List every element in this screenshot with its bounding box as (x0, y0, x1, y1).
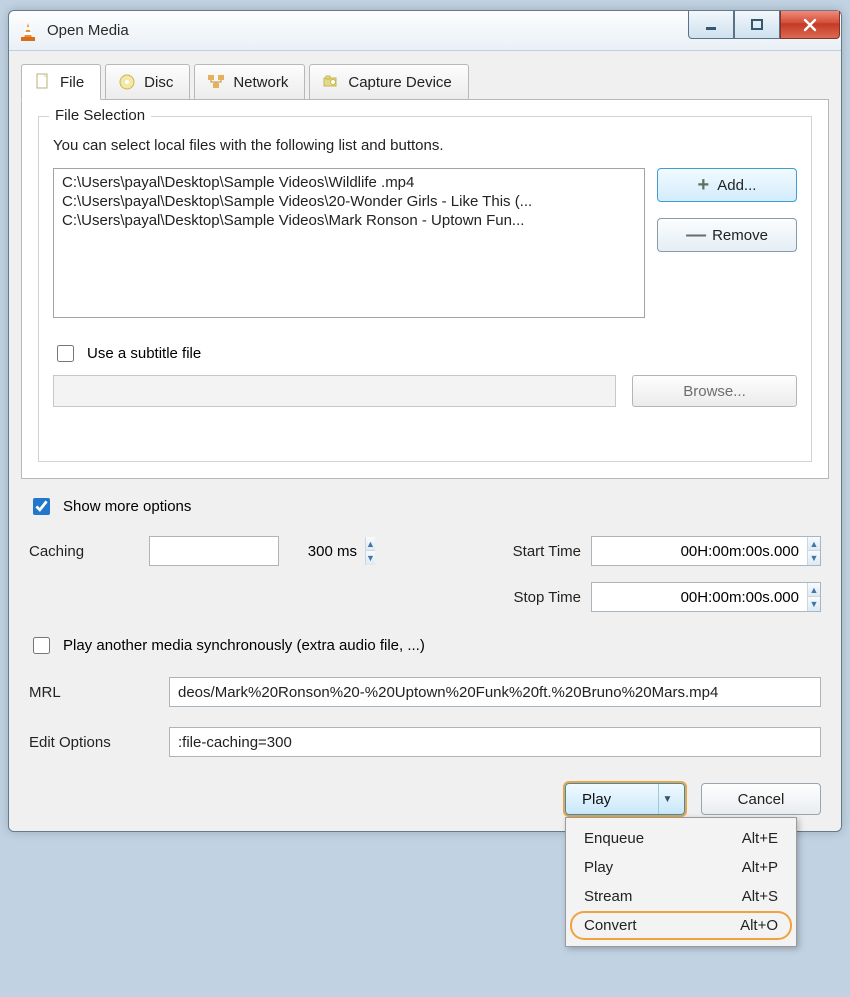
tab-label: Disc (144, 74, 173, 91)
tab-label: File (60, 74, 84, 91)
tab-disc[interactable]: Disc (105, 64, 190, 100)
subtitle-path-field (53, 375, 616, 407)
add-button[interactable]: + Add... (657, 168, 797, 202)
cancel-button[interactable]: Cancel (701, 783, 821, 815)
sync-label: Play another media synchronously (extra … (63, 637, 425, 654)
file-icon (34, 73, 52, 91)
tab-panel-file: File Selection You can select local file… (21, 99, 829, 479)
menu-stream[interactable]: StreamAlt+S (570, 882, 792, 911)
list-item[interactable]: C:\Users\payal\Desktop\Sample Videos\Wil… (58, 173, 640, 192)
start-time-label: Start Time (471, 543, 591, 560)
show-more-checkbox[interactable] (33, 498, 50, 515)
stop-time-spin[interactable]: ▲▼ (591, 582, 821, 612)
group-legend: File Selection (49, 107, 151, 124)
stop-time-label: Stop Time (471, 589, 591, 606)
caching-label: Caching (29, 543, 149, 560)
spin-up-icon[interactable]: ▲ (366, 537, 375, 551)
minimize-button[interactable] (688, 11, 734, 39)
close-button[interactable] (780, 11, 840, 39)
open-media-window: Open Media File Disc Network Capture Dev… (8, 10, 842, 832)
plus-icon: + (698, 175, 710, 195)
remove-button[interactable]: — Remove (657, 218, 797, 252)
remove-label: Remove (712, 227, 768, 244)
subtitle-label: Use a subtitle file (87, 345, 201, 362)
add-label: Add... (717, 177, 756, 194)
mrl-input[interactable] (169, 677, 821, 707)
minus-icon: — (686, 225, 704, 245)
subtitle-checkbox[interactable] (57, 345, 74, 362)
start-time-input[interactable] (592, 543, 807, 560)
show-more-label: Show more options (63, 498, 191, 515)
vlc-icon (19, 20, 37, 42)
spin-down-icon[interactable]: ▼ (808, 597, 820, 611)
caching-spin[interactable]: ▲▼ (149, 536, 279, 566)
disc-icon (118, 73, 136, 91)
file-selection-group: File Selection You can select local file… (38, 116, 812, 462)
caching-input[interactable] (150, 543, 365, 560)
tab-label: Capture Device (348, 74, 451, 91)
tab-label: Network (233, 74, 288, 91)
edit-options-label: Edit Options (29, 734, 159, 751)
menu-play[interactable]: PlayAlt+P (570, 853, 792, 882)
spin-up-icon[interactable]: ▲ (808, 583, 820, 597)
tab-capture[interactable]: Capture Device (309, 64, 468, 100)
window-title: Open Media (47, 22, 129, 39)
mrl-label: MRL (29, 684, 159, 701)
spin-up-icon[interactable]: ▲ (808, 537, 820, 551)
sync-checkbox[interactable] (33, 637, 50, 654)
play-menu: EnqueueAlt+E PlayAlt+P StreamAlt+S Conve… (565, 817, 797, 947)
file-list[interactable]: C:\Users\payal\Desktop\Sample Videos\Wil… (53, 168, 645, 318)
network-icon (207, 73, 225, 91)
play-button[interactable]: Play ▼ (565, 783, 685, 815)
help-text: You can select local files with the foll… (53, 137, 797, 154)
tab-file[interactable]: File (21, 64, 101, 100)
browse-button[interactable]: Browse... (632, 375, 797, 407)
play-label: Play (582, 791, 611, 808)
spin-down-icon[interactable]: ▼ (808, 551, 820, 565)
menu-enqueue[interactable]: EnqueueAlt+E (570, 824, 792, 853)
capture-icon (322, 73, 340, 91)
start-time-spin[interactable]: ▲▼ (591, 536, 821, 566)
list-item[interactable]: C:\Users\payal\Desktop\Sample Videos\20-… (58, 192, 640, 211)
edit-options-input[interactable] (169, 727, 821, 757)
spin-down-icon[interactable]: ▼ (366, 551, 375, 565)
tab-network[interactable]: Network (194, 64, 305, 100)
stop-time-input[interactable] (592, 589, 807, 606)
maximize-button[interactable] (734, 11, 780, 39)
tab-strip: File Disc Network Capture Device (21, 64, 829, 100)
list-item[interactable]: C:\Users\payal\Desktop\Sample Videos\Mar… (58, 211, 640, 230)
titlebar[interactable]: Open Media (9, 11, 841, 51)
menu-convert[interactable]: ConvertAlt+O (570, 911, 792, 940)
dropdown-icon[interactable]: ▼ (658, 784, 676, 814)
